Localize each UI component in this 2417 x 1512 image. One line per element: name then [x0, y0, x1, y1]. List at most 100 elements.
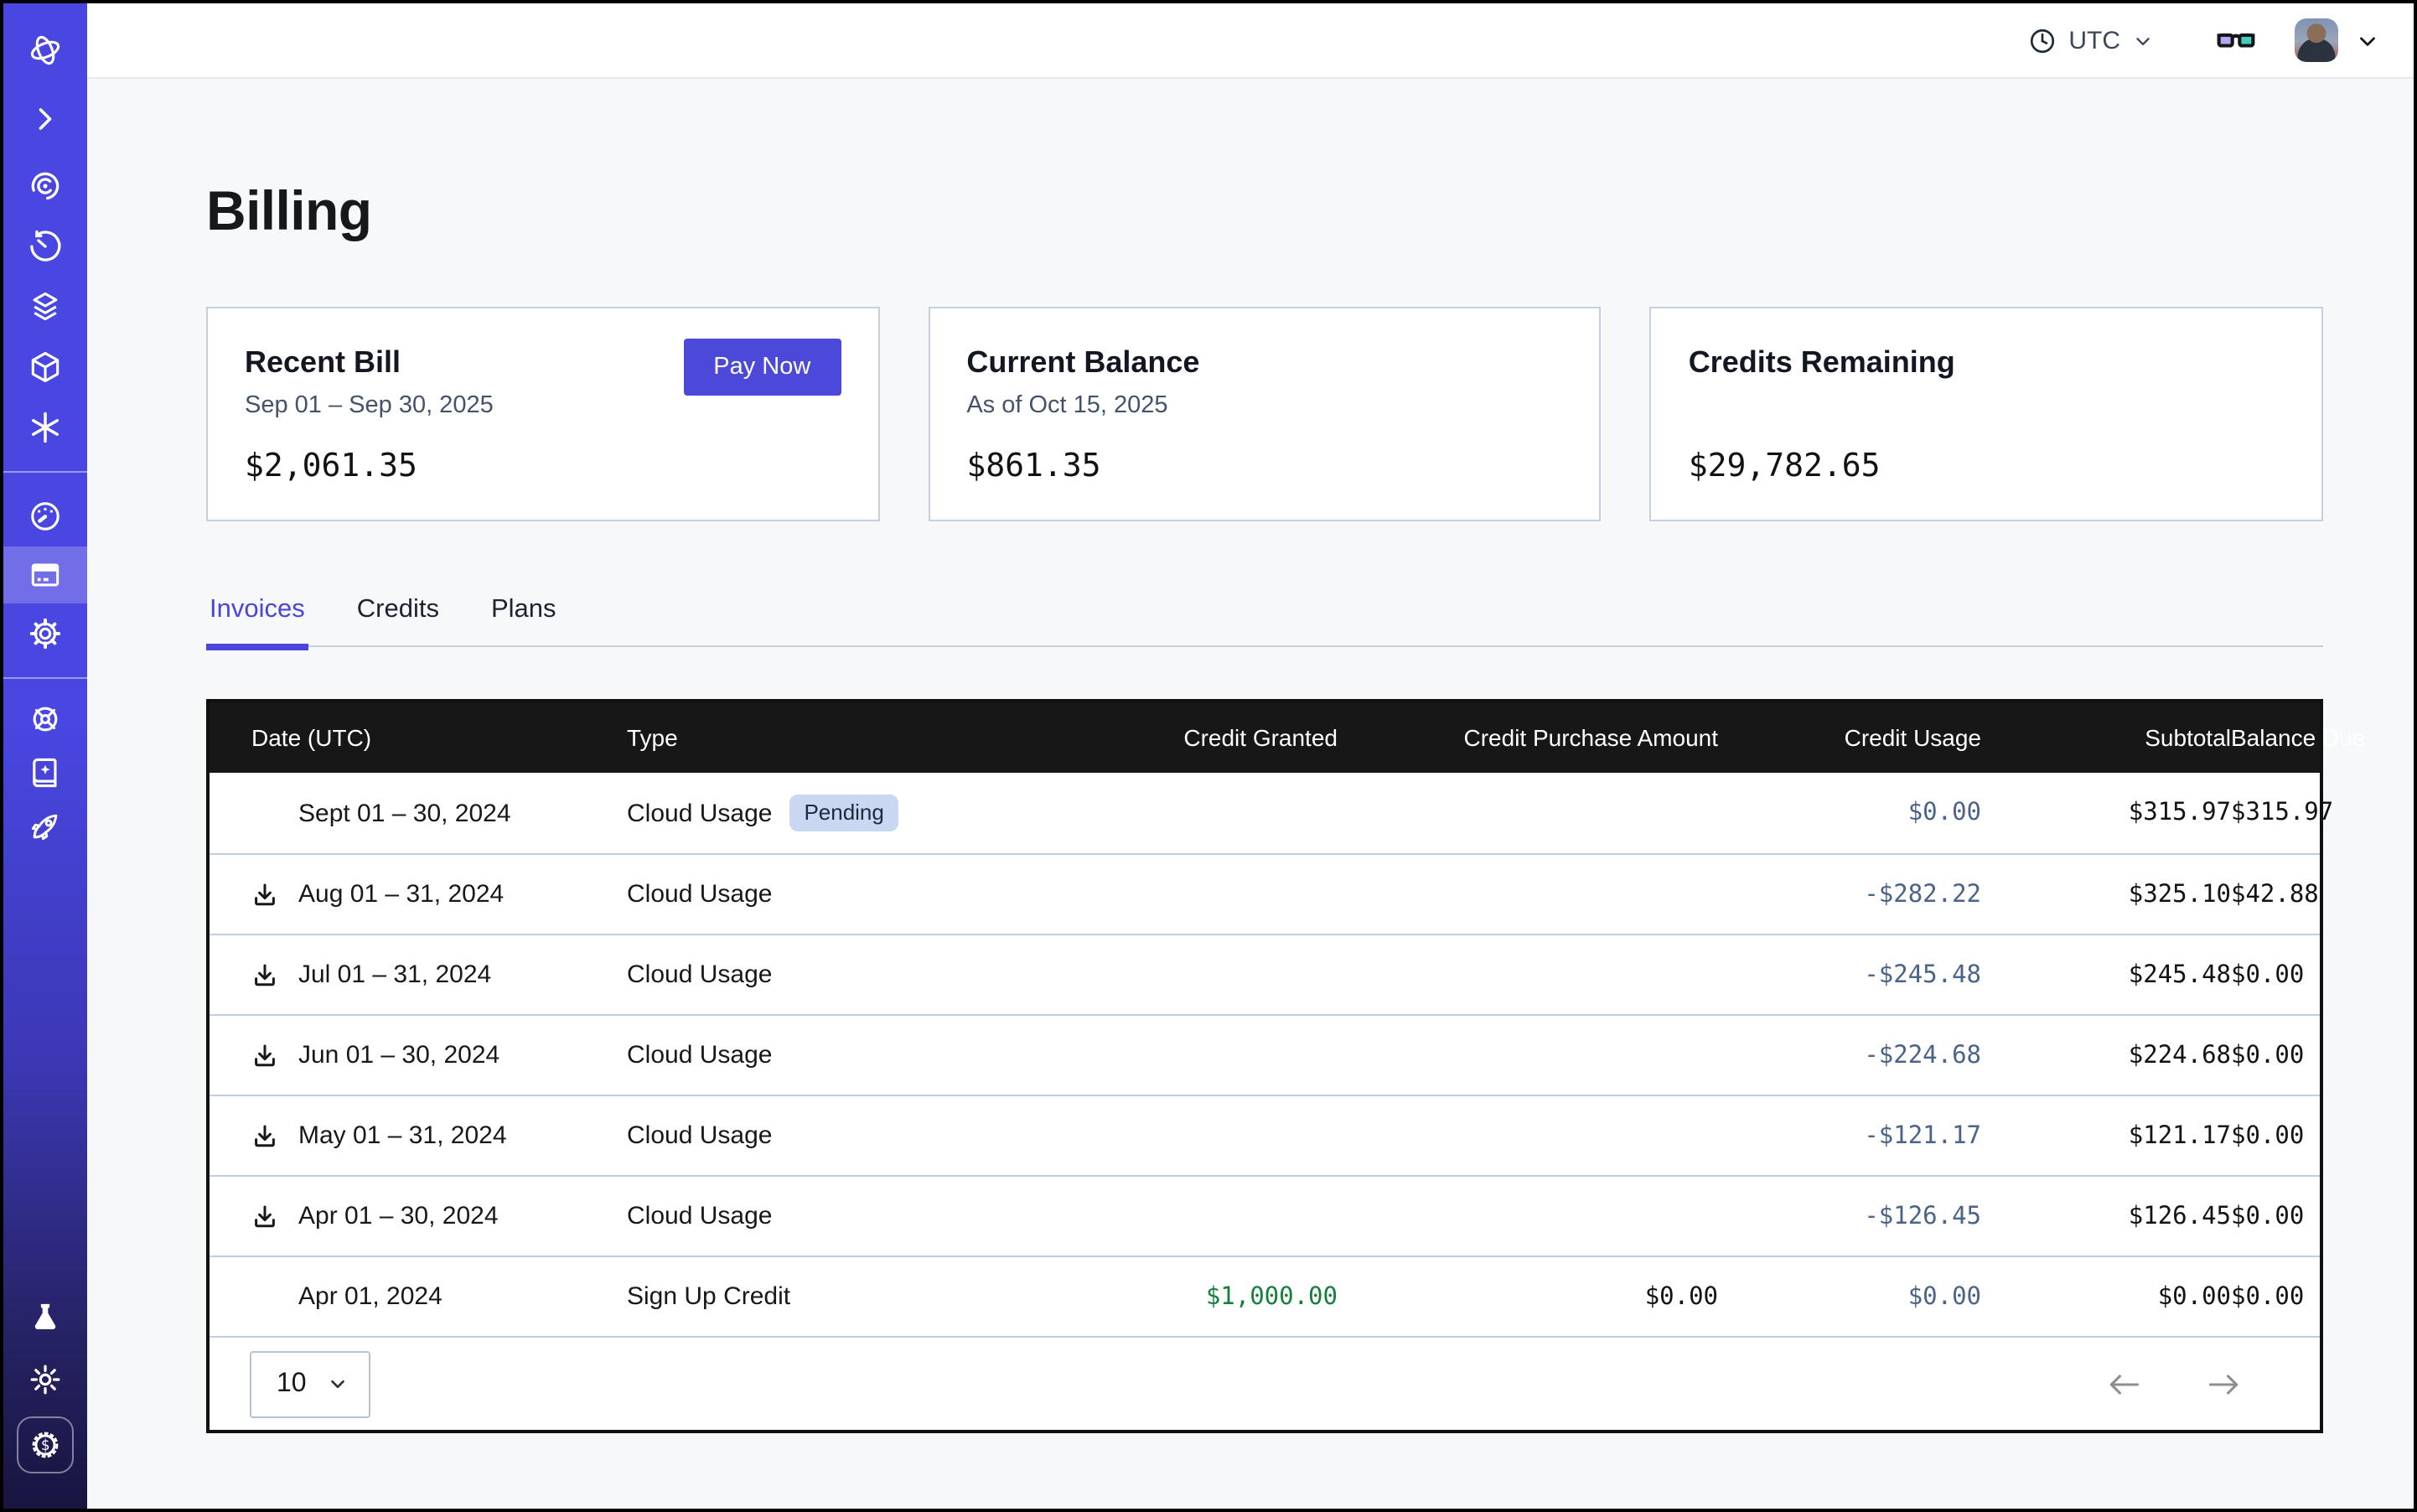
- credits-remaining-card: Credits Remaining $29,782.65: [1650, 307, 2323, 521]
- sidebar-item-packages[interactable]: [3, 337, 87, 397]
- invoice-row[interactable]: May 01 – 31, 2024 Cloud Usage -$121.17 $…: [210, 1095, 2320, 1175]
- sidebar-item-labs[interactable]: [3, 1287, 87, 1348]
- status-badge: Pending: [789, 795, 898, 831]
- sidebar-item-usage[interactable]: [3, 486, 87, 546]
- sidebar-item-logo[interactable]: [3, 20, 87, 80]
- invoice-row[interactable]: Aug 01 – 31, 2024 Cloud Usage -$282.22 $…: [210, 853, 2320, 934]
- sidebar-item-docs[interactable]: [3, 746, 87, 800]
- invoice-type: Cloud Usage: [627, 1121, 772, 1150]
- col-type: Type: [627, 724, 945, 751]
- balance-due-value: $0.00: [2231, 1122, 2384, 1149]
- sidebar-item-getting-started[interactable]: [3, 800, 87, 853]
- sidebar-item-billing[interactable]: [3, 546, 87, 603]
- layers-icon: [27, 288, 64, 325]
- sidebar-item-theme[interactable]: [3, 1349, 87, 1410]
- col-date: Date (UTC): [210, 724, 627, 751]
- glasses-icon[interactable]: [2214, 18, 2258, 62]
- download-icon[interactable]: [251, 1122, 278, 1149]
- sidebar-divider: [3, 677, 87, 679]
- sidebar-divider: [3, 471, 87, 473]
- subtotal-value: $245.48: [1981, 961, 2231, 988]
- balance-due-value: $0.00: [2231, 1203, 2384, 1230]
- rocket-icon: [27, 808, 64, 845]
- sun-icon: [27, 1361, 64, 1398]
- sidebar-spacer: [3, 853, 87, 1287]
- download-icon[interactable]: [251, 1203, 278, 1230]
- dollar-badge-icon: $: [27, 1427, 64, 1463]
- tab-invoices[interactable]: Invoices: [206, 595, 308, 645]
- recent-bill-amount: $2,061.35: [245, 448, 841, 484]
- invoice-row[interactable]: Apr 01 – 30, 2024 Cloud Usage -$126.45 $…: [210, 1175, 2320, 1256]
- col-subtotal: Subtotal: [1981, 724, 2231, 751]
- next-page-button[interactable]: [2202, 1367, 2246, 1401]
- topbar: UTC: [87, 3, 2414, 79]
- credit-usage-value: -$121.17: [1718, 1122, 1981, 1149]
- timezone-label: UTC: [2068, 26, 2120, 54]
- gear-icon: [27, 615, 64, 652]
- invoice-date: Jun 01 – 30, 2024: [298, 1041, 499, 1069]
- app-window: $ UTC: [0, 0, 2417, 1512]
- credit-granted-value: $1,000.00: [945, 1283, 1338, 1310]
- sidebar-item-settings[interactable]: [3, 603, 87, 664]
- col-credit-purchase-amount: Credit Purchase Amount: [1338, 724, 1718, 751]
- page-title: Billing: [206, 179, 2323, 243]
- sidebar: $: [3, 3, 87, 1509]
- download-icon[interactable]: [251, 961, 278, 988]
- billing-page: Billing Recent Bill Sep 01 – Sep 30, 202…: [87, 79, 2414, 1509]
- user-avatar[interactable]: [2295, 18, 2338, 62]
- col-credit-granted: Credit Granted: [945, 724, 1338, 751]
- billing-card-icon: [27, 557, 64, 593]
- chevron-down-icon: [327, 1373, 349, 1395]
- observe-spiral-icon: [27, 168, 64, 205]
- card-title: Credits Remaining: [1689, 345, 2285, 381]
- clock-icon: [2028, 26, 2057, 54]
- recent-bill-card: Recent Bill Sep 01 – Sep 30, 2025 $2,061…: [206, 307, 879, 521]
- sidebar-item-collapse[interactable]: [3, 89, 87, 149]
- pagination-controls: [2102, 1367, 2246, 1401]
- sidebar-item-history[interactable]: [3, 216, 87, 277]
- invoice-date: May 01 – 31, 2024: [298, 1121, 507, 1150]
- sidebar-item-services[interactable]: [3, 397, 87, 458]
- invoice-table-body: Sept 01 – 30, 2024 Cloud Usage Pending $…: [210, 773, 2320, 1336]
- sidebar-item-observability[interactable]: [3, 156, 87, 216]
- prev-page-button[interactable]: [2102, 1367, 2145, 1401]
- gauge-icon: [27, 498, 64, 535]
- tab-plans[interactable]: Plans: [488, 595, 560, 645]
- page-size-select[interactable]: 10: [250, 1350, 370, 1417]
- subtotal-value: $325.10: [1981, 881, 2231, 908]
- download-icon[interactable]: [251, 881, 278, 908]
- balance-due-value: $315.97: [2231, 800, 2414, 826]
- arrow-left-icon: [2105, 1370, 2142, 1397]
- credits-button[interactable]: $: [17, 1416, 74, 1473]
- invoice-row[interactable]: Jul 01 – 31, 2024 Cloud Usage -$245.48 $…: [210, 934, 2320, 1014]
- timezone-selector[interactable]: UTC: [2028, 26, 2154, 54]
- sidebar-item-credits[interactable]: $: [3, 1411, 87, 1478]
- pay-now-button[interactable]: Pay Now: [683, 339, 841, 396]
- tab-credits[interactable]: Credits: [354, 595, 443, 645]
- sidebar-item-support[interactable]: [3, 692, 87, 746]
- wheel-icon: [27, 701, 64, 738]
- subtotal-value: $224.68: [1981, 1042, 2231, 1069]
- asterisk-icon: [27, 409, 64, 446]
- current-balance-card: Current Balance As of Oct 15, 2025 $861.…: [928, 307, 1601, 521]
- col-credit-usage: Credit Usage: [1718, 724, 1981, 751]
- chevron-down-icon[interactable]: [2355, 28, 2380, 53]
- subtotal-value: $315.97: [1981, 800, 2231, 826]
- page-size-value: 10: [277, 1369, 307, 1399]
- balance-due-value: $0.00: [2231, 1283, 2384, 1310]
- sidebar-item-layers[interactable]: [3, 277, 87, 337]
- download-icon[interactable]: [251, 1042, 278, 1069]
- invoice-row[interactable]: Sept 01 – 30, 2024 Cloud Usage Pending $…: [210, 773, 2320, 853]
- subtotal-value: $121.17: [1981, 1122, 2231, 1149]
- credit-purchase-value: $0.00: [1338, 1283, 1718, 1310]
- invoice-row[interactable]: Apr 01, 2024 Sign Up Credit $1,000.00 $0…: [210, 1256, 2320, 1336]
- balance-due-value: $42.88: [2231, 881, 2399, 908]
- flask-icon: [27, 1299, 64, 1336]
- invoice-type: Cloud Usage: [627, 880, 772, 909]
- credit-usage-value: $0.00: [1718, 800, 1981, 826]
- credit-usage-value: -$224.68: [1718, 1042, 1981, 1069]
- invoice-date: Sept 01 – 30, 2024: [298, 799, 511, 827]
- invoice-row[interactable]: Jun 01 – 30, 2024 Cloud Usage -$224.68 $…: [210, 1014, 2320, 1095]
- card-subtitle: [1689, 392, 2285, 422]
- main-area: UTC Billing: [87, 3, 2414, 1509]
